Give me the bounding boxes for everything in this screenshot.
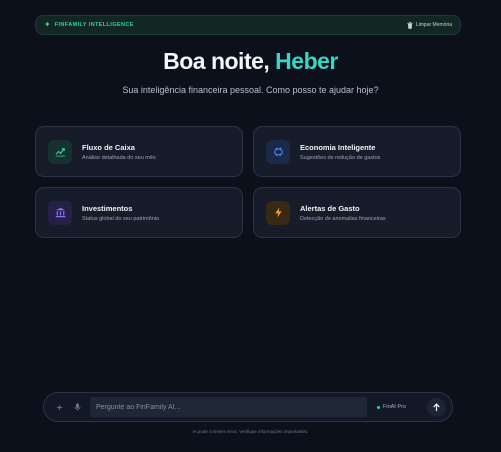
piggy-bank-icon xyxy=(266,139,290,164)
greeting-prefix: Boa noite, xyxy=(163,48,276,74)
chat-composer: FinAI Pro xyxy=(43,392,453,422)
arrow-up-icon xyxy=(433,402,440,411)
card-title: Alertas de Gasto xyxy=(300,203,360,213)
trend-chart-icon xyxy=(48,139,72,164)
disclaimer-text: IA pode cometer erros. Verifique informa… xyxy=(192,429,309,434)
sparkle-icon: ✦ xyxy=(44,20,51,29)
bank-icon xyxy=(48,200,72,225)
card-description: Status global do seu patrimônio xyxy=(82,215,160,222)
card-title: Economia Inteligente xyxy=(300,142,376,152)
card-description: Detecção de anomalias financeiras xyxy=(300,215,386,222)
status-dot xyxy=(377,405,380,409)
brand: ✦ FINFAMILY INTELLIGENCE xyxy=(44,21,134,29)
card-alertas-de-gasto[interactable]: Alertas de Gasto Detecção de anomalias f… xyxy=(253,187,461,238)
brand-title: FINFAMILY INTELLIGENCE xyxy=(54,22,134,28)
top-bar: ✦ FINFAMILY INTELLIGENCE Limpar Memória xyxy=(35,15,461,35)
card-investimentos[interactable]: Investimentos Status global do seu patri… xyxy=(35,187,243,238)
greeting-heading: Boa noite, Heber xyxy=(0,48,501,75)
clear-memory-button[interactable]: Limpar Memória xyxy=(407,21,452,29)
sparkle-icon[interactable] xyxy=(54,402,64,412)
card-description: Sugestões de redução de gastos xyxy=(300,154,381,161)
microphone-icon[interactable] xyxy=(72,402,82,412)
card-title: Investimentos xyxy=(82,203,133,213)
greeting-subtitle: Sua inteligência financeira pessoal. Com… xyxy=(122,85,379,95)
card-economia-inteligente[interactable]: Economia Inteligente Sugestões de reduçã… xyxy=(253,126,461,177)
model-label: FinAI Pro xyxy=(383,404,406,410)
user-name: Heber xyxy=(275,48,338,74)
model-selector[interactable]: FinAI Pro xyxy=(377,404,406,410)
card-fluxo-de-caixa[interactable]: Fluxo de Caixa Análise detalhada do seu … xyxy=(35,126,243,177)
card-title: Fluxo de Caixa xyxy=(82,142,135,152)
lightning-icon xyxy=(266,200,290,225)
card-description: Análise detalhada do seu mês xyxy=(82,154,156,161)
trash-icon xyxy=(407,21,413,29)
send-button[interactable] xyxy=(427,397,446,417)
chat-input[interactable] xyxy=(90,397,367,417)
clear-memory-label: Limpar Memória xyxy=(415,22,452,28)
